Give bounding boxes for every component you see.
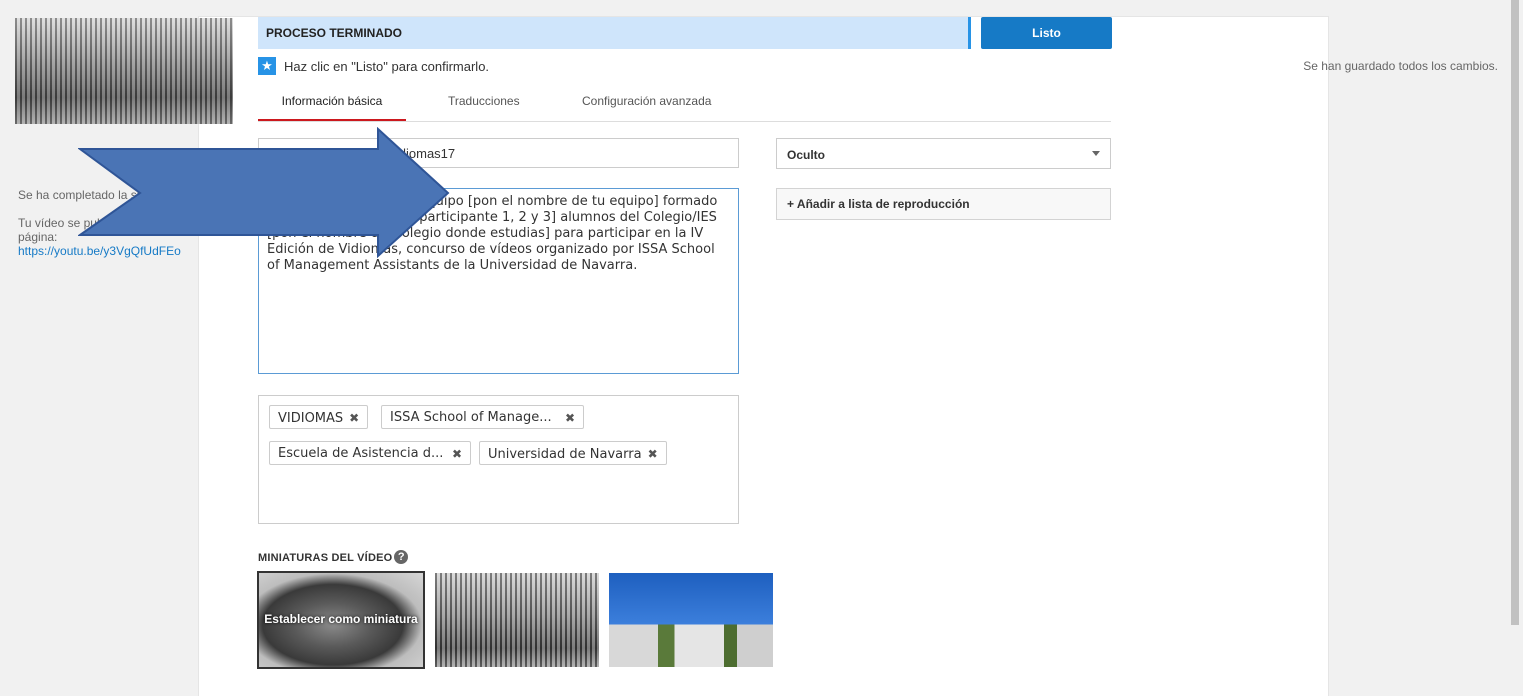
remove-tag-icon[interactable]: ✖ [648, 447, 658, 461]
tag-chip: Universidad de Navarra ✖ [479, 441, 667, 465]
tag-chip: ISSA School of Manage... ✖ [381, 405, 584, 429]
tab-advanced-settings[interactable]: Configuración avanzada [578, 91, 715, 119]
privacy-select[interactable]: Oculto [776, 138, 1111, 169]
thumbnails-heading: MINIATURAS DEL VÍDEO? [258, 550, 409, 564]
tab-bar: Información básica Traducciones Configur… [258, 91, 1111, 122]
saved-status: Se han guardado todos los cambios. [1303, 59, 1498, 73]
help-icon[interactable]: ? [394, 550, 409, 564]
tab-translations[interactable]: Traducciones [444, 91, 524, 119]
video-thumbnail-option[interactable] [609, 573, 773, 667]
tag-label: Universidad de Navarra [488, 447, 642, 462]
tag-label: VIDIOMAS [278, 411, 344, 426]
thumbnails-heading-text: MINIATURAS DEL VÍDEO [258, 552, 393, 564]
tag-label: Escuela de Asistencia d... [278, 446, 444, 461]
tag-chip: Escuela de Asistencia d... ✖ [269, 441, 471, 465]
done-button[interactable]: Listo [981, 17, 1112, 49]
video-thumbnail-option[interactable]: Establecer como miniatura [257, 571, 425, 669]
confirm-hint: Haz clic en "Listo" para confirmarlo. [284, 59, 490, 74]
annotation-arrow-icon [78, 127, 450, 258]
video-thumbnail-option[interactable] [435, 573, 599, 667]
status-banner: PROCESO TERMINADO [258, 17, 971, 49]
set-thumbnail-label[interactable]: Establecer como miniatura [259, 612, 423, 626]
page-scrollbar[interactable] [1511, 0, 1519, 625]
remove-tag-icon[interactable]: ✖ [349, 411, 359, 425]
remove-tag-icon[interactable]: ✖ [565, 406, 575, 430]
privacy-value: Oculto [787, 148, 825, 162]
add-to-playlist-button[interactable]: + Añadir a lista de reproducción [776, 188, 1111, 220]
status-banner-text: PROCESO TERMINADO [266, 26, 403, 40]
upload-preview-thumbnail [15, 18, 233, 124]
tab-basic-info[interactable]: Información básica [258, 91, 406, 121]
tag-label: ISSA School of Manage... [390, 410, 552, 425]
tags-field[interactable]: VIDIOMAS ✖ ISSA School of Manage... ✖ Escu… [258, 395, 739, 524]
star-icon: ★ [258, 57, 276, 75]
chevron-down-icon [1092, 151, 1100, 156]
tag-chip: VIDIOMAS ✖ [269, 405, 369, 429]
remove-tag-icon[interactable]: ✖ [452, 442, 462, 466]
